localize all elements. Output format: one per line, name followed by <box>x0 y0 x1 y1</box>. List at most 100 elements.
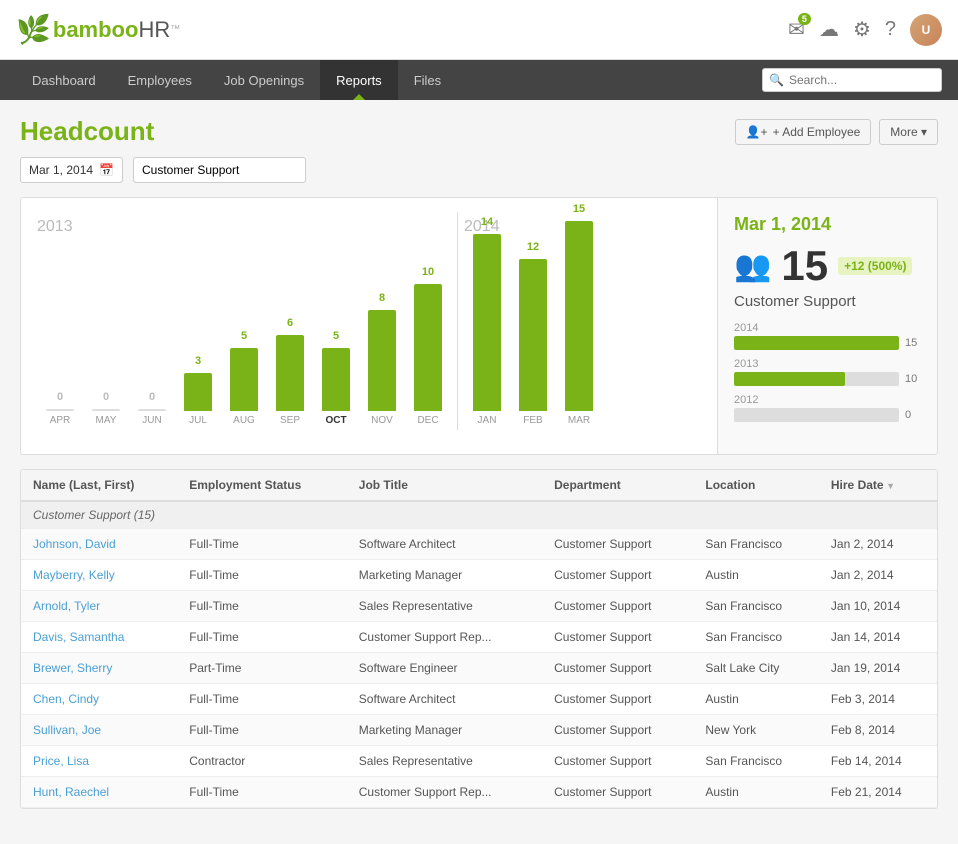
notification-badge: 5 <box>798 13 811 25</box>
table-cell: Austin <box>693 560 819 591</box>
page-title: Headcount <box>20 116 154 147</box>
chart-main: 20130APR0MAY0JUN3JUL5AUG6SEP5OCT8NOV10DE… <box>21 198 717 454</box>
table-header-row: Name (Last, First) Employment Status Job… <box>21 470 937 501</box>
bar-group: 12FEB <box>510 241 556 430</box>
employee-link[interactable]: Price, Lisa <box>33 754 89 768</box>
col-status: Employment Status <box>177 470 347 501</box>
help-button[interactable]: ? <box>885 18 896 41</box>
table-row: Davis, SamanthaFull-TimeCustomer Support… <box>21 622 937 653</box>
bar-group: 6SEP <box>267 317 313 430</box>
filters-row: Mar 1, 2014 📅 <box>20 157 938 183</box>
table-container: Name (Last, First) Employment Status Job… <box>20 469 938 809</box>
table-cell: San Francisco <box>693 529 819 560</box>
settings-button[interactable]: ⚙ <box>853 17 871 42</box>
table-cell: Contractor <box>177 746 347 777</box>
table-cell: Customer Support <box>542 622 693 653</box>
header-actions: 👤+ + Add Employee More ▾ <box>735 119 938 145</box>
cloud-button[interactable]: ☁ <box>819 17 839 42</box>
bar-group: 15MAR <box>556 203 602 430</box>
summary-date: Mar 1, 2014 <box>734 214 921 235</box>
bar-group: 8NOV <box>359 292 405 430</box>
table-cell: Marketing Manager <box>347 715 542 746</box>
bar-group: 10DEC <box>405 266 451 430</box>
table-row: Price, LisaContractorSales Representativ… <box>21 746 937 777</box>
employee-link[interactable]: Mayberry, Kelly <box>33 568 115 582</box>
table-cell: Jan 2, 2014 <box>819 529 937 560</box>
summary-count-row: 👥 15 +12 (500%) <box>734 245 921 287</box>
col-department: Department <box>542 470 693 501</box>
table-row: Johnson, David Full-TimeSoftware Architec… <box>21 529 937 560</box>
employee-link[interactable]: Brewer, Sherry <box>33 661 112 675</box>
employee-link[interactable]: Davis, Samantha <box>33 630 124 644</box>
nav-files[interactable]: Files <box>398 60 457 100</box>
table-cell: San Francisco <box>693 746 819 777</box>
employee-link[interactable]: Sullivan, Joe <box>33 723 101 737</box>
summary-year-row: 201415 <box>734 322 921 350</box>
top-bar: 🌿 bamboo HR ™ ✉ 5 ☁ ⚙ ? U <box>0 0 958 60</box>
search-input[interactable] <box>762 68 942 92</box>
summary-year-row: 201310 <box>734 358 921 386</box>
table-cell: Austin <box>693 777 819 808</box>
date-value: Mar 1, 2014 <box>29 163 93 177</box>
table-cell: Jan 14, 2014 <box>819 622 937 653</box>
bar-group: 0APR <box>37 391 83 430</box>
table-cell: Jan 19, 2014 <box>819 653 937 684</box>
summary-change: +12 (500%) <box>838 257 912 275</box>
table-cell: Customer Support Rep... <box>347 777 542 808</box>
table-cell: Full-Time <box>177 529 347 560</box>
employees-table: Name (Last, First) Employment Status Job… <box>21 470 937 808</box>
table-cell: Jan 2, 2014 <box>819 560 937 591</box>
table-cell: New York <box>693 715 819 746</box>
table-cell: San Francisco <box>693 591 819 622</box>
bar-group: 0JUN <box>129 391 175 430</box>
table-body: Customer Support (15) Johnson, David Full-… <box>21 501 937 808</box>
col-location: Location <box>693 470 819 501</box>
table-cell: Part-Time <box>177 653 347 684</box>
employee-link[interactable]: Hunt, Raechel <box>33 785 109 799</box>
table-row: Sullivan, JoeFull-TimeMarketing ManagerC… <box>21 715 937 746</box>
col-hire-date[interactable]: Hire Date <box>819 470 937 501</box>
people-icon: 👥 <box>734 249 771 284</box>
top-icons: ✉ 5 ☁ ⚙ ? U <box>788 14 942 46</box>
table-cell: Feb 14, 2014 <box>819 746 937 777</box>
calendar-icon: 📅 <box>99 163 114 177</box>
help-icon: ? <box>885 18 896 40</box>
table-cell: Customer Support <box>542 591 693 622</box>
table-cell: Full-Time <box>177 560 347 591</box>
table-cell: Customer Support <box>542 560 693 591</box>
table-row: Arnold, Tyler Full-TimeSales Representati… <box>21 591 937 622</box>
employee-link[interactable]: Arnold, Tyler <box>33 599 100 613</box>
logo-hr-text: HR <box>138 17 170 43</box>
summary-count: 15 <box>781 245 828 287</box>
table-cell: Software Engineer <box>347 653 542 684</box>
logo-text: bamboo <box>53 17 139 43</box>
more-button[interactable]: More ▾ <box>879 119 938 145</box>
logo-leaf-icon: 🌿 <box>16 13 51 46</box>
table-cell: Customer Support <box>542 715 693 746</box>
table-cell: Customer Support <box>542 529 693 560</box>
date-filter[interactable]: Mar 1, 2014 📅 <box>20 157 123 183</box>
table-cell: Full-Time <box>177 591 347 622</box>
avatar[interactable]: U <box>910 14 942 46</box>
bar-group: 3JUL <box>175 355 221 430</box>
logo-tm: ™ <box>170 24 180 35</box>
table-cell: Full-Time <box>177 777 347 808</box>
table-cell: Sales Representative <box>347 591 542 622</box>
nav-employees[interactable]: Employees <box>112 60 208 100</box>
page-header: Headcount 👤+ + Add Employee More ▾ <box>20 116 938 147</box>
nav-reports[interactable]: Reports <box>320 60 398 100</box>
add-employee-button[interactable]: 👤+ + Add Employee <box>735 119 872 145</box>
department-filter[interactable] <box>133 157 306 183</box>
employee-link[interactable]: Johnson, David <box>33 537 116 551</box>
nav-job-openings[interactable]: Job Openings <box>208 60 320 100</box>
logo: 🌿 bamboo HR ™ <box>16 13 180 46</box>
notifications-button[interactable]: ✉ 5 <box>788 17 805 42</box>
nav-dashboard[interactable]: Dashboard <box>16 60 112 100</box>
cloud-icon: ☁ <box>819 19 839 41</box>
table-cell: Jan 10, 2014 <box>819 591 937 622</box>
table-cell: San Francisco <box>693 622 819 653</box>
search-icon: 🔍 <box>769 73 784 87</box>
employee-link[interactable]: Chen, Cindy <box>33 692 99 706</box>
table-group-row: Customer Support (15) <box>21 501 937 529</box>
table-cell: Software Architect <box>347 529 542 560</box>
